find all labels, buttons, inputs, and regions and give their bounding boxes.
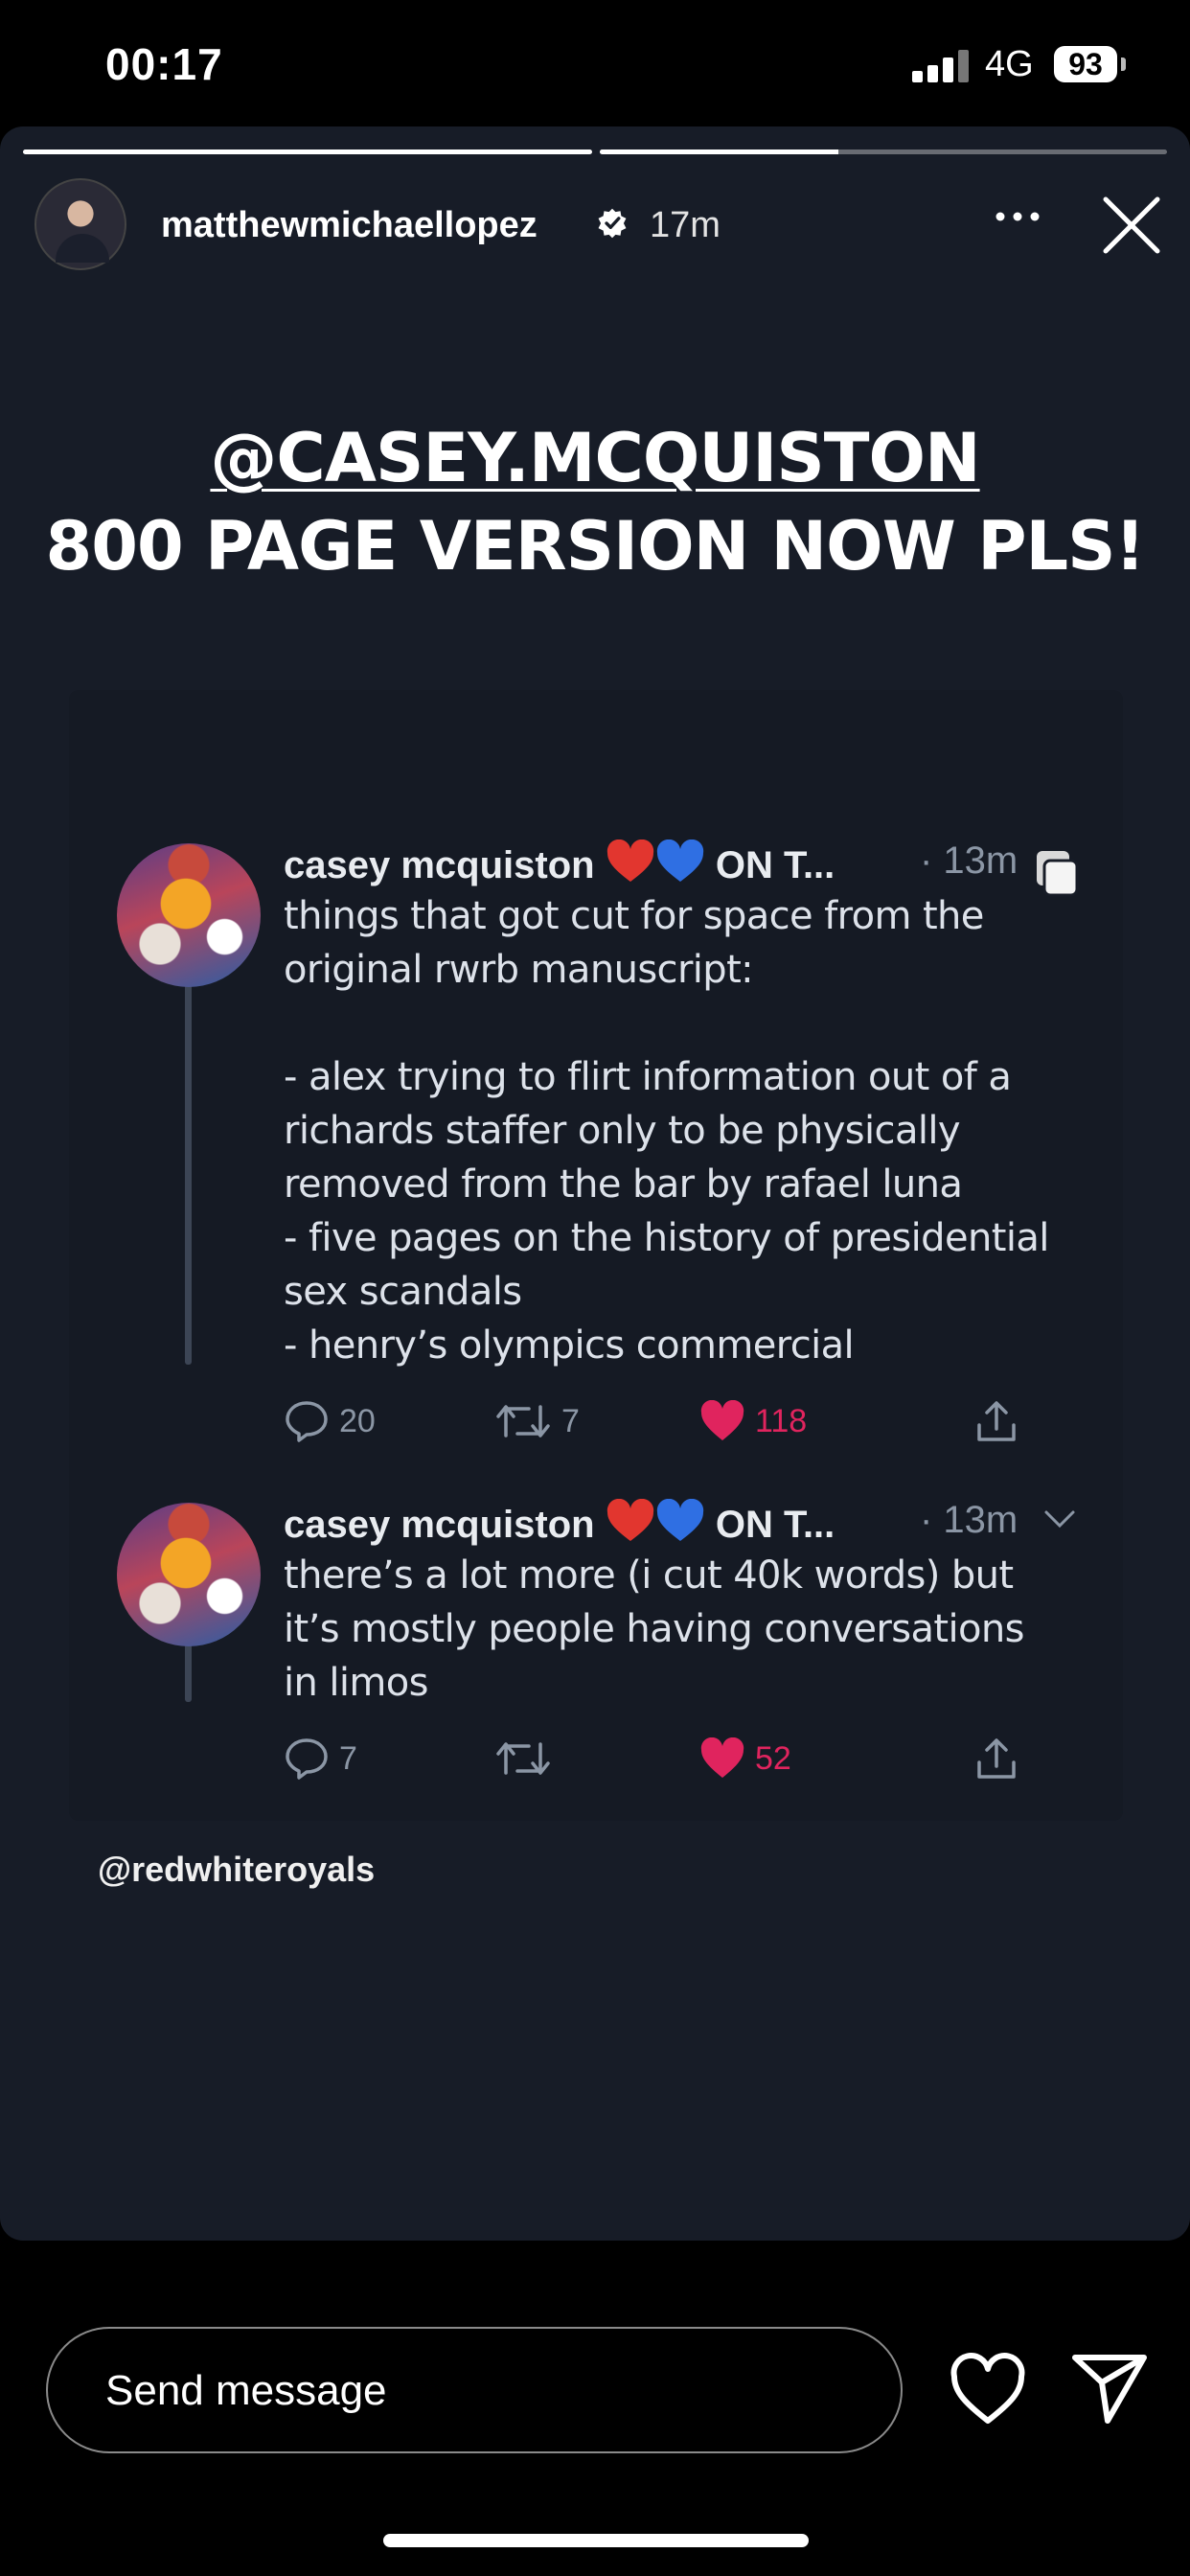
like-count: 52 [755, 1739, 791, 1777]
tweet-line: - alex trying to flirt information out o… [284, 1055, 1012, 1099]
heart-filled-icon [700, 1400, 744, 1440]
share-icon [977, 1401, 1016, 1441]
embedded-tweet-thread: casey mcquiston ON T... · 13m things tha… [69, 690, 1123, 1821]
send-message-field[interactable] [46, 2327, 903, 2453]
story-card[interactable]: matthewmichaellopez 17m @CASEY.MCQUISTON… [0, 126, 1190, 2241]
tweet-author-suffix: ON T... [715, 1504, 835, 1546]
red-heart-icon [606, 1499, 653, 1541]
tweet-line: removed from the bar by rafael luna [284, 1162, 963, 1207]
retweet-icon [496, 1742, 550, 1775]
headline-text: 800 PAGE VERSION NOW PLS! [45, 507, 1146, 586]
verified-badge-icon [598, 208, 627, 239]
reply-count: 20 [339, 1402, 376, 1439]
share-action [973, 1397, 1019, 1445]
story-username[interactable]: matthewmichaellopez [161, 205, 538, 246]
tweet-actions: 20 7 118 [284, 1397, 1069, 1445]
copy-icon [1037, 851, 1079, 897]
story-progress-2 [600, 150, 1167, 154]
status-bar: 00:17 4G 93 [0, 0, 1190, 125]
source-mention[interactable]: @redwhiteroyals [98, 1850, 375, 1890]
close-icon[interactable] [1102, 196, 1161, 255]
tweet-time: · 13m [920, 1499, 1018, 1541]
reply-action: 20 [284, 1397, 376, 1445]
like-count: 118 [755, 1402, 808, 1439]
red-heart-icon [606, 840, 653, 882]
story-elapsed-time: 17m [650, 205, 721, 245]
share-action [973, 1735, 1019, 1782]
story-progress-fill [23, 150, 592, 154]
reply-action: 7 [284, 1735, 357, 1782]
tweet-author-name: casey mcquiston [284, 844, 595, 886]
tweet-text: things that got cut for space from the o… [284, 889, 1108, 1372]
retweet-action [494, 1735, 561, 1782]
status-time: 00:17 [105, 39, 223, 89]
tweet-time: · 13m [920, 840, 1018, 882]
tweet-line [284, 997, 1108, 1050]
retweet-action: 7 [494, 1397, 580, 1445]
network-type: 4G [985, 44, 1034, 84]
chevron-down-icon [1044, 1510, 1075, 1529]
tweet-line: richards staffer only to be physically [284, 1109, 961, 1153]
share-icon [977, 1738, 1016, 1779]
story-headline: @CASEY.MCQUISTON 800 PAGE VERSION NOW PL… [0, 414, 1190, 590]
tweet-line: original rwrb manuscript: [284, 948, 754, 992]
retweet-count: 7 [561, 1402, 580, 1439]
tweet-line: it’s mostly people having conversations [284, 1607, 1024, 1651]
like-action: 52 [699, 1735, 791, 1782]
tweet-author-name: casey mcquiston [284, 1504, 595, 1546]
mention-link[interactable]: @CASEY.MCQUISTON [0, 414, 1190, 502]
avatar[interactable] [34, 178, 126, 270]
tweet-line: there’s a lot more (i cut 40k words) but [284, 1553, 1014, 1598]
retweet-icon [496, 1405, 550, 1438]
tweet-line: - five pages on the history of president… [284, 1216, 1049, 1260]
tweet-line: in limos [284, 1661, 428, 1705]
reply-icon [286, 1401, 328, 1442]
blue-heart-icon [656, 840, 703, 882]
reply-icon [286, 1738, 328, 1780]
tweet-line: things that got cut for space from the [284, 894, 984, 938]
home-indicator[interactable] [383, 2534, 809, 2547]
send-icon[interactable] [1069, 2350, 1150, 2426]
tweet-text: there’s a lot more (i cut 40k words) but… [284, 1549, 1108, 1710]
message-input[interactable] [105, 2358, 834, 2425]
battery-icon: 93 [1054, 46, 1126, 82]
cellular-signal-icon [912, 50, 970, 82]
heart-icon[interactable] [949, 2352, 1027, 2426]
like-action: 118 [699, 1397, 807, 1445]
story-progress-fill [600, 150, 838, 154]
story-progress-1 [23, 150, 592, 154]
tweet-author-suffix: ON T... [715, 844, 835, 886]
heart-filled-icon [700, 1737, 744, 1778]
tweet-line: - henry’s olympics commercial [284, 1323, 855, 1368]
blue-heart-icon [656, 1499, 703, 1541]
avatar [117, 843, 261, 987]
avatar [117, 1503, 261, 1646]
tweet-line: sex scandals [284, 1270, 522, 1314]
more-options-icon[interactable] [993, 197, 1042, 236]
tweet-actions: 7 52 [284, 1735, 1069, 1782]
battery-level: 93 [1068, 47, 1103, 81]
tweet-author: casey mcquiston ON T... [284, 1499, 835, 1547]
tweet-author: casey mcquiston ON T... [284, 840, 835, 887]
reply-count: 7 [339, 1739, 357, 1777]
